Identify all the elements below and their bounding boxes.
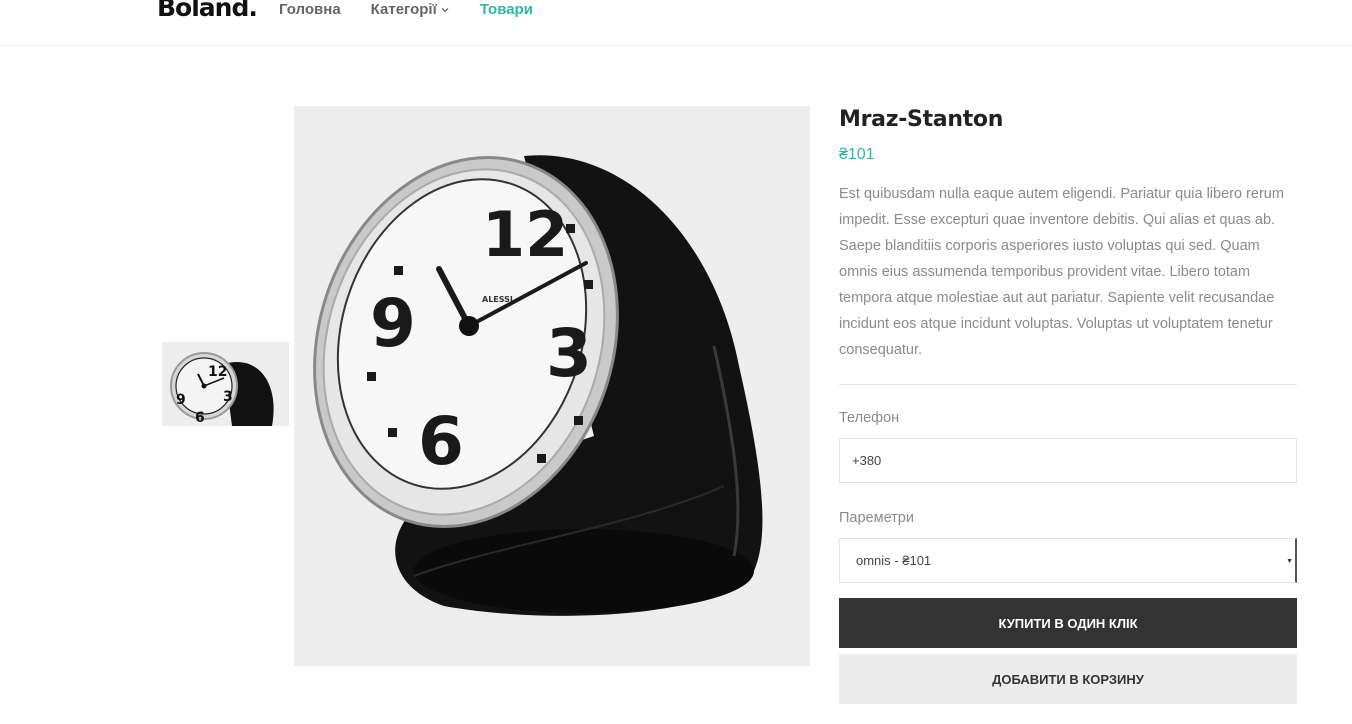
- params-select[interactable]: omnis - ₴101 ▼: [839, 538, 1297, 583]
- clock-image: 12 3 6 9 ALESSI: [294, 106, 810, 666]
- nav-item-home[interactable]: Головна: [279, 1, 341, 19]
- clock-thumbnail-image: 12 3 6 9: [162, 342, 289, 426]
- product-price: ₴101: [839, 146, 875, 163]
- svg-text:6: 6: [418, 403, 464, 480]
- add-to-cart-button[interactable]: ДОБАВИТИ В КОРЗИНУ: [839, 654, 1297, 704]
- svg-text:9: 9: [370, 285, 416, 362]
- svg-text:12: 12: [208, 364, 227, 380]
- phone-value: +380: [852, 453, 882, 468]
- logo[interactable]: Boland.: [157, 0, 258, 25]
- nav-item-categories[interactable]: Категорії: [371, 1, 450, 19]
- buy-one-click-button[interactable]: КУПИТИ В ОДИН КЛІК: [839, 598, 1297, 648]
- svg-text:9: 9: [176, 392, 186, 408]
- product-title: Mraz-Stanton: [839, 107, 1004, 132]
- main-nav: Головна Категорії Товари: [279, 1, 533, 19]
- product-thumbnail[interactable]: 12 3 6 9: [162, 342, 289, 426]
- svg-text:12: 12: [482, 198, 568, 271]
- nav-item-label: Категорії: [370, 1, 437, 18]
- phone-input[interactable]: +380: [839, 438, 1297, 483]
- dropdown-arrow-icon: ▼: [1286, 558, 1293, 565]
- nav-item-products[interactable]: Товари: [480, 1, 533, 19]
- params-selected-value: omnis - ₴101: [856, 553, 932, 568]
- site-header: Boland. Головна Категорії Товари: [0, 0, 1352, 46]
- product-main-image: 12 3 6 9 ALESSI: [294, 106, 810, 666]
- params-label: Пареметри: [839, 510, 914, 526]
- svg-text:3: 3: [546, 315, 592, 392]
- chevron-down-icon: [441, 8, 449, 13]
- divider: [839, 384, 1297, 385]
- svg-text:6: 6: [195, 410, 205, 426]
- svg-text:3: 3: [223, 389, 233, 405]
- phone-label: Телефон: [839, 410, 900, 426]
- product-description: Est quibusdam nulla eaque autem eligendi…: [839, 186, 1284, 358]
- product-info: Mraz-Stanton ₴101 Est quibusdam nulla ea…: [839, 104, 1297, 704]
